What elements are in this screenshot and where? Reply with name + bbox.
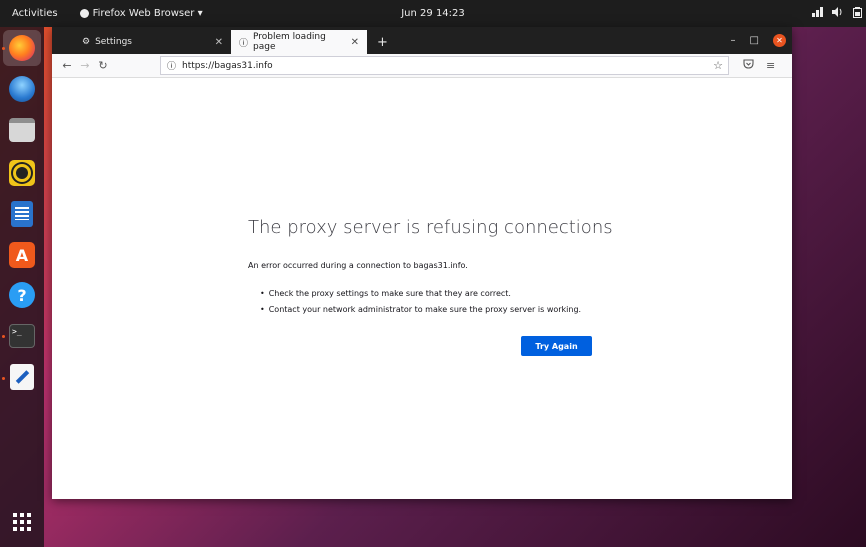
thunderbird-icon: [9, 76, 35, 102]
software-icon: A: [9, 242, 35, 268]
list-item: Check the proxy settings to make sure th…: [260, 289, 581, 298]
tab-bar: ⚙ Settings ✕ ⓘ Problem loading page ✕ + …: [52, 27, 792, 54]
nav-bar: ← → ↻ ⓘ https://bagas31.info ☆ ≡: [52, 54, 792, 78]
close-window-button[interactable]: ✕: [773, 34, 786, 47]
toolbar-right: ≡: [743, 59, 775, 72]
battery-icon: [853, 6, 862, 21]
error-suggestions: Check the proxy settings to make sure th…: [260, 289, 581, 321]
tab-label: Settings: [95, 37, 132, 47]
reload-icon[interactable]: ↻: [94, 59, 112, 72]
list-item: Contact your network administrator to ma…: [260, 305, 581, 314]
dock-rhythmbox[interactable]: [7, 158, 37, 188]
dock-terminal[interactable]: >_: [7, 321, 37, 351]
hamburger-menu-icon[interactable]: ≡: [766, 59, 775, 72]
bookmark-star-icon[interactable]: ☆: [713, 59, 723, 72]
error-description: An error occurred during a connection to…: [248, 261, 468, 270]
dock-files[interactable]: [7, 115, 37, 145]
close-tab-icon[interactable]: ✕: [351, 37, 359, 48]
url-bar[interactable]: ⓘ https://bagas31.info ☆: [160, 56, 729, 75]
pocket-icon[interactable]: [743, 59, 754, 72]
firefox-small-icon: [79, 9, 89, 18]
dock-thunderbird[interactable]: [7, 74, 37, 104]
tab-label: Problem loading page: [253, 32, 326, 52]
activities-button[interactable]: Activities: [0, 8, 70, 19]
system-tray[interactable]: [812, 0, 862, 27]
dock-software[interactable]: A: [7, 240, 37, 270]
writer-icon: [11, 201, 33, 227]
app-menu-label: Firefox Web Browser ▾: [92, 8, 203, 19]
close-tab-icon[interactable]: ✕: [215, 37, 223, 48]
terminal-icon: >_: [9, 324, 35, 348]
error-page: The proxy server is refusing connections…: [52, 78, 792, 499]
help-icon: ?: [9, 282, 35, 308]
network-icon: [812, 7, 823, 20]
tab-problem-loading[interactable]: ⓘ Problem loading page ✕: [231, 30, 367, 54]
new-tab-button[interactable]: +: [367, 30, 398, 54]
forward-icon[interactable]: →: [76, 59, 94, 72]
clock[interactable]: Jun 29 14:23: [401, 8, 465, 19]
window-controls: – □ ✕: [731, 27, 786, 54]
running-indicator: [2, 377, 5, 380]
dock-text-editor[interactable]: [7, 362, 37, 392]
error-title: The proxy server is refusing connections: [248, 217, 613, 238]
top-bar: Activities Firefox Web Browser ▾ Jun 29 …: [0, 0, 866, 27]
rhythmbox-icon: [9, 160, 35, 186]
try-again-button[interactable]: Try Again: [521, 336, 592, 356]
url-text: https://bagas31.info: [182, 60, 273, 71]
show-applications-button[interactable]: [7, 507, 37, 537]
firefox-icon: [9, 35, 35, 61]
tab-settings[interactable]: ⚙ Settings ✕: [74, 30, 231, 54]
dock-firefox[interactable]: [3, 30, 41, 66]
gear-icon: ⚙: [82, 37, 91, 47]
running-indicator: [2, 47, 5, 50]
minimize-button[interactable]: –: [731, 35, 736, 46]
running-indicator: [2, 335, 5, 338]
text-editor-icon: [10, 364, 34, 390]
app-menu[interactable]: Firefox Web Browser ▾: [79, 8, 203, 19]
dock: A ? >_: [0, 27, 44, 547]
firefox-window: ⚙ Settings ✕ ⓘ Problem loading page ✕ + …: [52, 27, 792, 499]
back-icon[interactable]: ←: [58, 59, 76, 72]
info-icon: ⓘ: [239, 38, 249, 49]
volume-icon: [832, 7, 844, 20]
apps-grid-icon: [13, 513, 31, 531]
dock-writer[interactable]: [7, 199, 37, 229]
files-icon: [9, 118, 35, 142]
info-icon[interactable]: ⓘ: [167, 59, 176, 72]
dock-help[interactable]: ?: [7, 280, 37, 310]
maximize-button[interactable]: □: [750, 35, 759, 46]
